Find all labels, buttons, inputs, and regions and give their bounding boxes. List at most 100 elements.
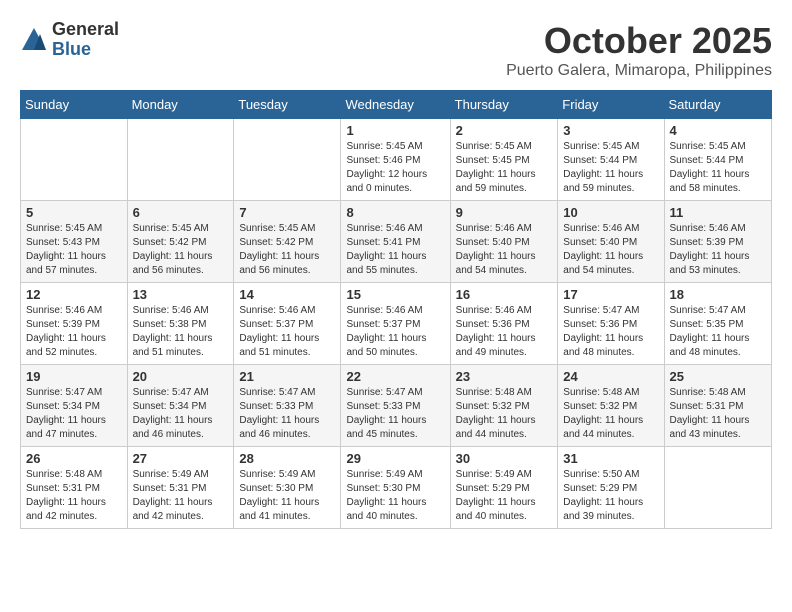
calendar-table: SundayMondayTuesdayWednesdayThursdayFrid… bbox=[20, 90, 772, 529]
calendar-cell: 28 Sunrise: 5:49 AM Sunset: 5:30 PM Dayli… bbox=[234, 447, 341, 529]
calendar-week-row: 19 Sunrise: 5:47 AM Sunset: 5:34 PM Dayli… bbox=[21, 365, 772, 447]
day-info: Sunrise: 5:46 AM Sunset: 5:39 PM Dayligh… bbox=[26, 304, 122, 360]
day-info: Sunrise: 5:47 AM Sunset: 5:36 PM Dayligh… bbox=[563, 304, 658, 360]
calendar-cell: 26 Sunrise: 5:48 AM Sunset: 5:31 PM Dayli… bbox=[21, 447, 128, 529]
day-info: Sunrise: 5:45 AM Sunset: 5:46 PM Dayligh… bbox=[346, 140, 444, 196]
day-number: 5 bbox=[26, 205, 122, 220]
calendar-cell bbox=[664, 447, 771, 529]
day-number: 31 bbox=[563, 451, 658, 466]
logo-icon bbox=[20, 26, 48, 54]
page-header: General Blue October 2025 Puerto Galera,… bbox=[20, 20, 772, 80]
calendar-cell: 18 Sunrise: 5:47 AM Sunset: 5:35 PM Dayli… bbox=[664, 283, 771, 365]
calendar-week-row: 1 Sunrise: 5:45 AM Sunset: 5:46 PM Daylig… bbox=[21, 119, 772, 201]
day-number: 7 bbox=[239, 205, 335, 220]
header-sunday: Sunday bbox=[21, 91, 128, 119]
location-title: Puerto Galera, Mimaropa, Philippines bbox=[506, 62, 772, 80]
day-number: 1 bbox=[346, 123, 444, 138]
day-number: 11 bbox=[670, 205, 766, 220]
calendar-cell: 15Sunrise: 5:46 AM Sunset: 5:37 PM Dayli… bbox=[341, 283, 450, 365]
calendar-cell bbox=[234, 119, 341, 201]
calendar-header-row: SundayMondayTuesdayWednesdayThursdayFrid… bbox=[21, 91, 772, 119]
day-number: 25 bbox=[670, 369, 766, 384]
day-number: 15 bbox=[346, 287, 444, 302]
calendar-cell: 11Sunrise: 5:46 AM Sunset: 5:39 PM Dayli… bbox=[664, 201, 771, 283]
day-number: 13 bbox=[133, 287, 229, 302]
day-info: Sunrise: 5:48 AM Sunset: 5:32 PM Dayligh… bbox=[563, 386, 658, 442]
day-number: 18 bbox=[670, 287, 766, 302]
day-info: Sunrise: 5:45 AM Sunset: 5:45 PM Dayligh… bbox=[456, 140, 553, 196]
calendar-cell: 10Sunrise: 5:46 AM Sunset: 5:40 PM Dayli… bbox=[558, 201, 664, 283]
day-info: Sunrise: 5:49 AM Sunset: 5:30 PM Dayligh… bbox=[239, 468, 335, 524]
day-info: Sunrise: 5:45 AM Sunset: 5:44 PM Dayligh… bbox=[563, 140, 658, 196]
calendar-cell: 4 Sunrise: 5:45 AM Sunset: 5:44 PM Daylig… bbox=[664, 119, 771, 201]
day-info: Sunrise: 5:49 AM Sunset: 5:31 PM Dayligh… bbox=[133, 468, 229, 524]
day-number: 20 bbox=[133, 369, 229, 384]
calendar-cell: 31 Sunrise: 5:50 AM Sunset: 5:29 PM Dayli… bbox=[558, 447, 664, 529]
day-number: 26 bbox=[26, 451, 122, 466]
calendar-cell bbox=[21, 119, 128, 201]
day-info: Sunrise: 5:46 AM Sunset: 5:41 PM Dayligh… bbox=[346, 222, 444, 278]
calendar-cell: 25 Sunrise: 5:48 AM Sunset: 5:31 PM Dayli… bbox=[664, 365, 771, 447]
day-info: Sunrise: 5:47 AM Sunset: 5:34 PM Dayligh… bbox=[133, 386, 229, 442]
calendar-cell: 29Sunrise: 5:49 AM Sunset: 5:30 PM Dayli… bbox=[341, 447, 450, 529]
day-info: Sunrise: 5:46 AM Sunset: 5:38 PM Dayligh… bbox=[133, 304, 229, 360]
day-info: Sunrise: 5:47 AM Sunset: 5:33 PM Dayligh… bbox=[239, 386, 335, 442]
calendar-cell: 23Sunrise: 5:48 AM Sunset: 5:32 PM Dayli… bbox=[450, 365, 558, 447]
day-number: 2 bbox=[456, 123, 553, 138]
day-number: 6 bbox=[133, 205, 229, 220]
day-info: Sunrise: 5:45 AM Sunset: 5:42 PM Dayligh… bbox=[133, 222, 229, 278]
day-info: Sunrise: 5:45 AM Sunset: 5:44 PM Dayligh… bbox=[670, 140, 766, 196]
day-number: 24 bbox=[563, 369, 658, 384]
day-number: 19 bbox=[26, 369, 122, 384]
calendar-cell: 16 Sunrise: 5:46 AM Sunset: 5:36 PM Dayli… bbox=[450, 283, 558, 365]
day-info: Sunrise: 5:49 AM Sunset: 5:29 PM Dayligh… bbox=[456, 468, 553, 524]
calendar-cell: 24 Sunrise: 5:48 AM Sunset: 5:32 PM Dayli… bbox=[558, 365, 664, 447]
day-info: Sunrise: 5:47 AM Sunset: 5:33 PM Dayligh… bbox=[346, 386, 444, 442]
day-number: 28 bbox=[239, 451, 335, 466]
day-number: 10 bbox=[563, 205, 658, 220]
header-tuesday: Tuesday bbox=[234, 91, 341, 119]
day-info: Sunrise: 5:48 AM Sunset: 5:32 PM Dayligh… bbox=[456, 386, 553, 442]
calendar-cell: 21Sunrise: 5:47 AM Sunset: 5:33 PM Dayli… bbox=[234, 365, 341, 447]
calendar-cell: 3Sunrise: 5:45 AM Sunset: 5:44 PM Daylig… bbox=[558, 119, 664, 201]
day-info: Sunrise: 5:48 AM Sunset: 5:31 PM Dayligh… bbox=[670, 386, 766, 442]
day-info: Sunrise: 5:46 AM Sunset: 5:40 PM Dayligh… bbox=[456, 222, 553, 278]
calendar-cell: 19Sunrise: 5:47 AM Sunset: 5:34 PM Dayli… bbox=[21, 365, 128, 447]
calendar-cell: 13 Sunrise: 5:46 AM Sunset: 5:38 PM Dayli… bbox=[127, 283, 234, 365]
day-number: 17 bbox=[563, 287, 658, 302]
calendar-cell: 7 Sunrise: 5:45 AM Sunset: 5:42 PM Daylig… bbox=[234, 201, 341, 283]
calendar-cell: 14Sunrise: 5:46 AM Sunset: 5:37 PM Dayli… bbox=[234, 283, 341, 365]
month-title: October 2025 bbox=[506, 20, 772, 62]
calendar-week-row: 26 Sunrise: 5:48 AM Sunset: 5:31 PM Dayli… bbox=[21, 447, 772, 529]
calendar-cell: 6 Sunrise: 5:45 AM Sunset: 5:42 PM Daylig… bbox=[127, 201, 234, 283]
header-monday: Monday bbox=[127, 91, 234, 119]
day-number: 4 bbox=[670, 123, 766, 138]
calendar-cell: 20 Sunrise: 5:47 AM Sunset: 5:34 PM Dayli… bbox=[127, 365, 234, 447]
calendar-week-row: 12Sunrise: 5:46 AM Sunset: 5:39 PM Dayli… bbox=[21, 283, 772, 365]
day-info: Sunrise: 5:45 AM Sunset: 5:43 PM Dayligh… bbox=[26, 222, 122, 278]
day-info: Sunrise: 5:48 AM Sunset: 5:31 PM Dayligh… bbox=[26, 468, 122, 524]
calendar-cell: 2 Sunrise: 5:45 AM Sunset: 5:45 PM Daylig… bbox=[450, 119, 558, 201]
calendar-cell: 1 Sunrise: 5:45 AM Sunset: 5:46 PM Daylig… bbox=[341, 119, 450, 201]
header-friday: Friday bbox=[558, 91, 664, 119]
calendar-week-row: 5 Sunrise: 5:45 AM Sunset: 5:43 PM Daylig… bbox=[21, 201, 772, 283]
day-number: 16 bbox=[456, 287, 553, 302]
day-number: 9 bbox=[456, 205, 553, 220]
calendar-cell: 12Sunrise: 5:46 AM Sunset: 5:39 PM Dayli… bbox=[21, 283, 128, 365]
title-block: October 2025 Puerto Galera, Mimaropa, Ph… bbox=[506, 20, 772, 80]
calendar-cell: 22 Sunrise: 5:47 AM Sunset: 5:33 PM Dayli… bbox=[341, 365, 450, 447]
day-info: Sunrise: 5:49 AM Sunset: 5:30 PM Dayligh… bbox=[346, 468, 444, 524]
day-number: 22 bbox=[346, 369, 444, 384]
day-info: Sunrise: 5:46 AM Sunset: 5:36 PM Dayligh… bbox=[456, 304, 553, 360]
day-number: 14 bbox=[239, 287, 335, 302]
calendar-cell: 8Sunrise: 5:46 AM Sunset: 5:41 PM Daylig… bbox=[341, 201, 450, 283]
header-wednesday: Wednesday bbox=[341, 91, 450, 119]
day-info: Sunrise: 5:47 AM Sunset: 5:35 PM Dayligh… bbox=[670, 304, 766, 360]
day-number: 30 bbox=[456, 451, 553, 466]
calendar-cell: 27Sunrise: 5:49 AM Sunset: 5:31 PM Dayli… bbox=[127, 447, 234, 529]
day-info: Sunrise: 5:50 AM Sunset: 5:29 PM Dayligh… bbox=[563, 468, 658, 524]
logo-text: General Blue bbox=[52, 20, 119, 60]
day-info: Sunrise: 5:45 AM Sunset: 5:42 PM Dayligh… bbox=[239, 222, 335, 278]
calendar-cell: 5 Sunrise: 5:45 AM Sunset: 5:43 PM Daylig… bbox=[21, 201, 128, 283]
header-saturday: Saturday bbox=[664, 91, 771, 119]
